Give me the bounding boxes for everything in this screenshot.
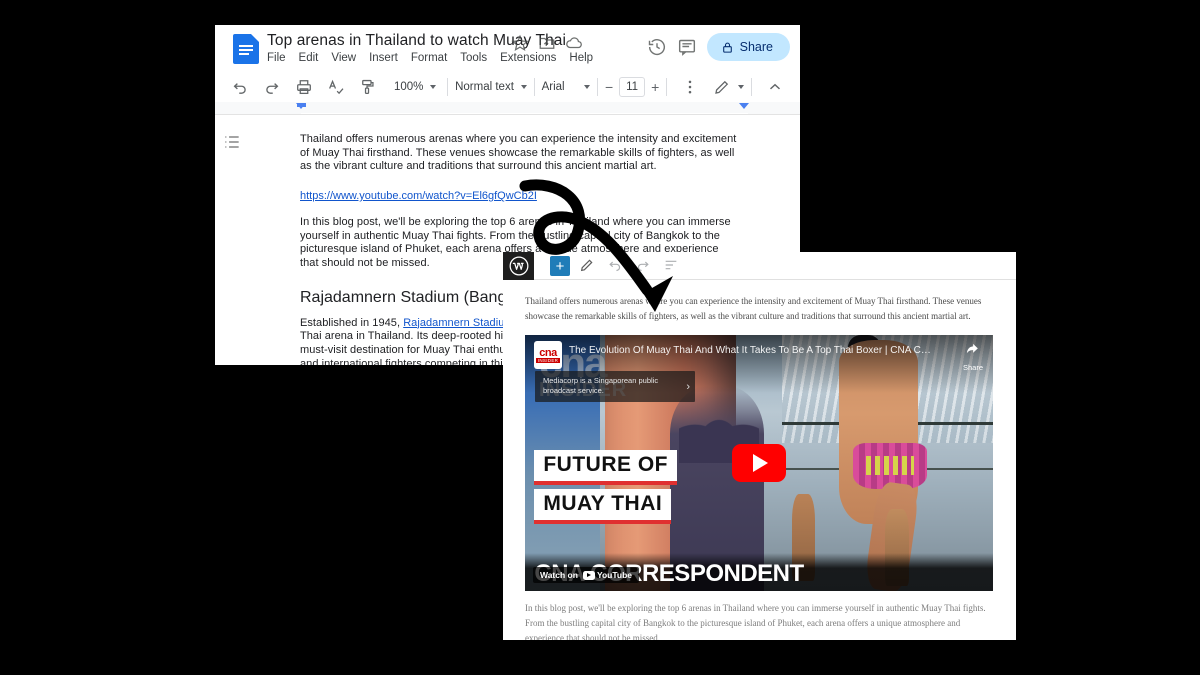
- document-ruler[interactable]: [215, 102, 800, 115]
- font-family-selector[interactable]: Arial: [542, 81, 591, 93]
- youtube-share-button[interactable]: Share: [963, 341, 983, 375]
- rajadamnern-stadium-link[interactable]: Rajadamnern Stadium: [403, 317, 513, 329]
- print-icon[interactable]: [295, 78, 313, 96]
- youtube-embed-block[interactable]: cna INSIDER FUTURE OF MUAY THAI CNA CORR…: [525, 335, 993, 591]
- google-docs-header-actions: Share: [647, 33, 790, 61]
- menu-item-tools[interactable]: Tools: [460, 52, 487, 64]
- font-family-value: Arial: [541, 81, 565, 93]
- chevron-down-icon: [430, 85, 437, 89]
- menu-item-help[interactable]: Help: [569, 52, 593, 64]
- doc-paragraph-3-before: Established in 1945,: [300, 316, 404, 329]
- wp-paragraph-2[interactable]: In this blog post, we'll be exploring th…: [525, 601, 994, 640]
- google-docs-toolbar: 100% Normal text Arial − 11 +: [224, 72, 791, 102]
- youtube-brand-lockup: YouTube: [582, 570, 633, 580]
- star-icon[interactable]: [511, 34, 529, 52]
- youtube-logo-icon: [582, 570, 595, 580]
- paint-format-icon[interactable]: [359, 78, 377, 96]
- menu-item-format[interactable]: Format: [411, 52, 447, 64]
- toolbar-divider: [597, 78, 598, 96]
- menu-item-insert[interactable]: Insert: [369, 52, 398, 64]
- lock-icon: [722, 42, 732, 53]
- history-icon[interactable]: [647, 37, 667, 57]
- channel-avatar-name: cna: [539, 346, 557, 359]
- google-docs-header: Top arenas in Thailand to watch Muay Tha…: [215, 25, 800, 72]
- toolbar-divider: [447, 78, 449, 96]
- youtube-url-link[interactable]: https://www.youtube.com/watch?v=El6gfQwC…: [300, 190, 537, 204]
- spellcheck-icon[interactable]: [327, 78, 345, 96]
- menu-item-view[interactable]: View: [331, 52, 356, 64]
- document-title-icons: [511, 34, 583, 52]
- edit-mode-pencil-icon[interactable]: [713, 78, 731, 96]
- redo-icon[interactable]: [635, 257, 651, 273]
- wordpress-tool-group: [579, 257, 679, 273]
- thumbnail-title-line-2: MUAY THAI: [534, 488, 672, 524]
- right-indent-marker[interactable]: [739, 103, 750, 113]
- comment-icon[interactable]: [677, 37, 697, 57]
- chevron-down-icon[interactable]: [738, 85, 744, 89]
- watch-on-label: Watch on: [540, 570, 578, 580]
- collapse-toolbar-icon[interactable]: [766, 78, 784, 96]
- tools-pencil-icon[interactable]: [579, 257, 595, 273]
- youtube-play-button-icon[interactable]: [732, 444, 786, 482]
- more-options-icon[interactable]: [681, 78, 699, 96]
- paragraph-style-value: Normal text: [455, 81, 514, 93]
- menu-item-edit[interactable]: Edit: [299, 52, 319, 64]
- toolbar-divider: [666, 78, 667, 96]
- toolbar-divider: [533, 78, 535, 96]
- wordpress-editor-content[interactable]: Thailand offers numerous arenas where yo…: [503, 280, 1016, 640]
- font-size-input[interactable]: 11: [619, 77, 646, 97]
- undo-icon[interactable]: [607, 257, 623, 273]
- decrease-font-size-button[interactable]: −: [605, 79, 613, 95]
- wordpress-w-glyph: [509, 256, 528, 276]
- channel-avatar-sub: INSIDER: [535, 357, 561, 363]
- zoom-value: 100%: [394, 81, 424, 93]
- menu-item-file[interactable]: File: [267, 52, 286, 64]
- share-button[interactable]: Share: [706, 33, 790, 61]
- screenshot-stage: Top arenas in Thailand to watch Muay Tha…: [0, 0, 1200, 675]
- share-arrow-icon: [967, 343, 979, 354]
- wp-paragraph-1[interactable]: Thailand offers numerous arenas where yo…: [525, 294, 994, 324]
- document-overview-icon[interactable]: [663, 257, 679, 273]
- chevron-down-icon: [520, 85, 527, 89]
- toolbar-divider: [751, 78, 752, 96]
- share-button-label: Share: [739, 40, 773, 54]
- video-info-card-text: Mediacorp is a Singaporean public broadc…: [543, 376, 659, 395]
- wordpress-toolbar: +: [503, 252, 1016, 280]
- paragraph-style-selector[interactable]: Normal text: [455, 81, 527, 93]
- wordpress-editor-window: + Thailand offers numerous arenas where …: [503, 252, 1016, 640]
- redo-icon[interactable]: [263, 78, 281, 96]
- wordpress-logo-icon[interactable]: [503, 252, 534, 280]
- google-docs-logo-icon: [233, 34, 259, 64]
- cloud-saved-icon[interactable]: [565, 34, 583, 52]
- zoom-selector[interactable]: 100%: [390, 81, 440, 93]
- youtube-video-title[interactable]: The Evolution Of Muay Thai And What It T…: [569, 345, 931, 356]
- menu-item-extensions[interactable]: Extensions: [500, 52, 556, 64]
- increase-font-size-button[interactable]: +: [651, 79, 659, 95]
- thumbnail-title-line-1: FUTURE OF: [534, 450, 678, 486]
- left-indent-marker[interactable]: [296, 103, 307, 113]
- move-to-folder-icon[interactable]: [538, 34, 556, 52]
- channel-avatar[interactable]: cna INSIDER: [534, 341, 562, 369]
- video-info-card[interactable]: Mediacorp is a Singaporean public broadc…: [535, 371, 695, 402]
- toolbar-right-group: [706, 78, 791, 96]
- undo-icon[interactable]: [231, 78, 249, 96]
- document-outline-icon[interactable]: [222, 132, 242, 152]
- chevron-down-icon: [584, 85, 591, 89]
- font-size-stepper: − 11 +: [605, 77, 659, 97]
- watch-on-youtube-badge[interactable]: Watch on YouTube: [533, 567, 640, 583]
- add-block-button[interactable]: +: [550, 256, 570, 276]
- doc-paragraph-1: Thailand offers numerous arenas where yo…: [300, 133, 737, 173]
- youtube-brand-label: YouTube: [596, 570, 633, 580]
- youtube-share-label: Share: [962, 363, 983, 372]
- google-docs-menubar: File Edit View Insert Format Tools Exten…: [267, 52, 593, 64]
